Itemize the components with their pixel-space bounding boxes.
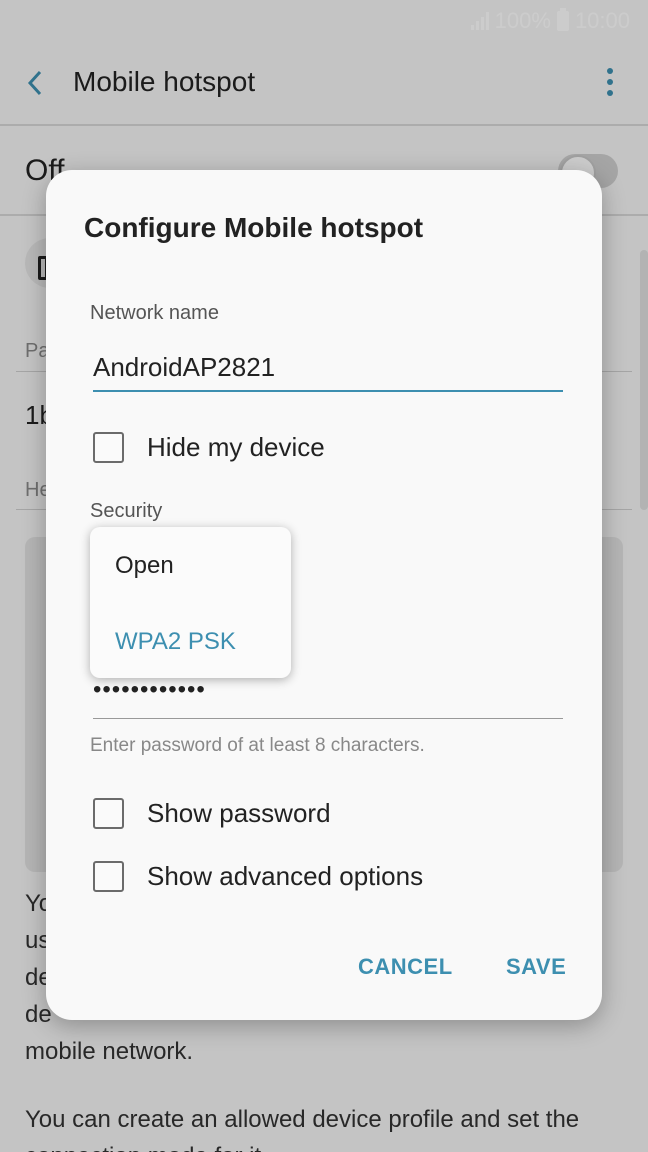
save-button[interactable]: SAVE: [506, 954, 566, 980]
show-password-label: Show password: [147, 797, 331, 828]
show-advanced-checkbox[interactable]: [93, 860, 124, 892]
password-hint: Enter password of at least 8 characters.: [90, 735, 425, 756]
security-option-wpa2-psk[interactable]: WPA2 PSK: [115, 628, 236, 656]
hide-device-label: Hide my device: [147, 431, 325, 462]
hide-device-option[interactable]: Hide my device: [93, 429, 325, 465]
show-advanced-option[interactable]: Show advanced options: [93, 858, 423, 894]
show-password-checkbox[interactable]: [93, 797, 124, 829]
network-name-label: Network name: [90, 302, 219, 324]
show-password-option[interactable]: Show password: [93, 795, 331, 831]
security-option-open[interactable]: Open: [115, 552, 174, 580]
network-name-value: AndroidAP2821: [93, 352, 276, 382]
security-dropdown-menu: Open WPA2 PSK: [90, 527, 291, 678]
security-label: Security: [90, 500, 163, 522]
cancel-button[interactable]: CANCEL: [358, 954, 453, 980]
hide-device-checkbox[interactable]: [93, 431, 124, 463]
password-value: ••••••••••••: [93, 676, 206, 703]
dialog-title: Configure Mobile hotspot: [84, 212, 424, 243]
show-advanced-label: Show advanced options: [147, 860, 424, 891]
network-name-input[interactable]: AndroidAP2821: [93, 346, 563, 392]
